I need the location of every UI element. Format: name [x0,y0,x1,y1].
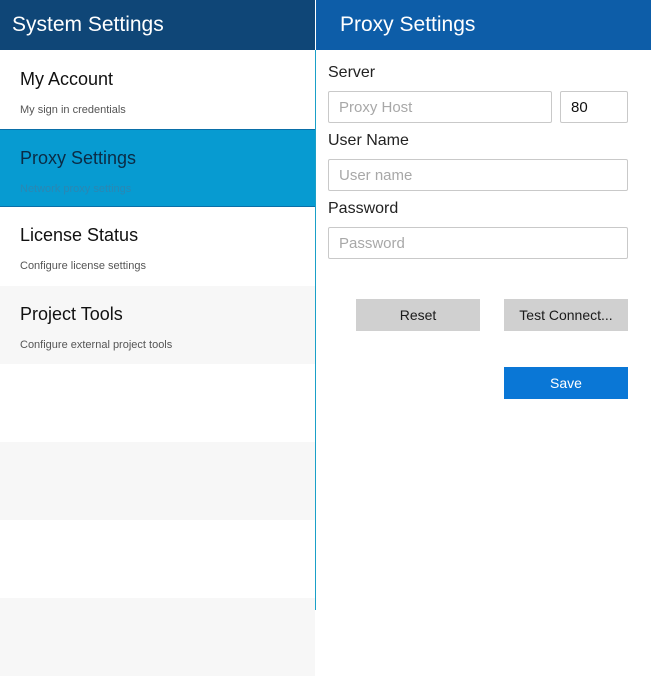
save-button[interactable]: Save [504,367,628,399]
sidebar-item-license-status[interactable]: License Status Configure license setting… [0,207,315,285]
server-label: Server [328,64,376,81]
username-label: User Name [328,132,409,149]
proxy-host-input[interactable] [328,91,552,123]
proxy-settings-panel: Proxy Settings Server User Name Password… [316,0,651,610]
test-connection-button[interactable]: Test Connect... [504,299,628,331]
sidebar-item-label: License Status [20,225,139,245]
password-input[interactable] [328,227,628,259]
sidebar-empty-row [0,442,315,520]
panel-title: Proxy Settings [316,0,651,50]
sidebar-item-description: Configure external project tools [20,339,173,351]
sidebar-item-label: My Account [20,69,114,89]
sidebar-empty-row [0,520,315,598]
settings-sidebar: System Settings My Account My sign in cr… [0,0,315,676]
sidebar-item-label: Project Tools [20,304,123,324]
sidebar-item-description: Configure license settings [20,260,146,272]
sidebar-item-description: Network proxy settings [20,183,132,195]
sidebar-title: System Settings [0,0,315,50]
sidebar-item-my-account[interactable]: My Account My sign in credentials [0,51,315,129]
password-label: Password [328,200,399,217]
sidebar-empty-row [0,364,315,442]
reset-button[interactable]: Reset [356,299,480,331]
username-input[interactable] [328,159,628,191]
sidebar-item-label: Proxy Settings [20,148,137,168]
sidebar-item-project-tools[interactable]: Project Tools Configure external project… [0,286,315,364]
sidebar-item-description: My sign in credentials [20,104,126,116]
sidebar-item-proxy-settings[interactable]: Proxy Settings Network proxy settings [0,129,315,207]
proxy-port-input[interactable] [560,91,628,123]
